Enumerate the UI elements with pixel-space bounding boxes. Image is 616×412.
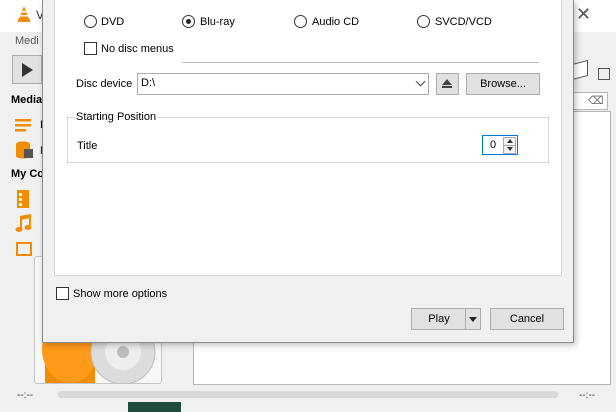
radio-bluray[interactable] — [182, 15, 195, 28]
eject-button[interactable] — [436, 73, 459, 95]
play-icon — [22, 63, 33, 77]
close-window-icon[interactable]: ✕ — [576, 4, 591, 25]
playlist-view-icon[interactable] — [572, 59, 588, 81]
starting-position-group — [67, 117, 549, 163]
media-library-icon[interactable] — [14, 140, 34, 160]
menu-media[interactable]: Medi — [15, 35, 39, 47]
starting-position-legend: Starting Position — [74, 111, 159, 123]
browse-button[interactable]: Browse... — [466, 73, 540, 95]
play-dropdown-button[interactable] — [465, 308, 481, 330]
clear-search-icon[interactable]: ⌫ — [588, 94, 604, 107]
title-value: 0 — [490, 139, 497, 151]
radio-bluray-label[interactable]: Blu-ray — [200, 16, 235, 28]
radio-svcd-vcd[interactable] — [417, 15, 430, 28]
disc-device-value: D:\ — [141, 77, 156, 89]
title-label: Title — [77, 140, 98, 152]
music-icon[interactable] — [14, 214, 34, 234]
radio-dvd-label[interactable]: DVD — [101, 16, 124, 28]
no-disc-menus-checkbox[interactable] — [84, 42, 97, 55]
disc-device-combobox[interactable]: D:\ — [137, 73, 429, 95]
chevron-down-icon — [415, 76, 426, 87]
disc-device-label: Disc device — [76, 78, 133, 90]
radio-dvd[interactable] — [84, 15, 97, 28]
fullscreen-icon[interactable] — [598, 68, 610, 80]
radio-svcd-vcd-label[interactable]: SVCD/VCD — [435, 16, 492, 28]
eject-icon — [442, 79, 452, 85]
total-time: --:-- — [579, 390, 596, 401]
no-disc-menus-label[interactable]: No disc menus — [101, 43, 174, 55]
radio-audio-cd[interactable] — [294, 15, 307, 28]
videos-icon[interactable] — [14, 189, 34, 209]
cancel-button[interactable]: Cancel — [490, 308, 564, 330]
taskbar-thumbnail — [128, 402, 181, 412]
sidebar-media-header: Media — [11, 94, 43, 106]
chevron-down-icon — [469, 317, 477, 322]
radio-audio-cd-label[interactable]: Audio CD — [312, 16, 359, 28]
spin-down-icon[interactable] — [503, 145, 516, 154]
vlc-cone-icon — [18, 6, 30, 22]
pictures-icon[interactable] — [14, 240, 34, 260]
playlist-icon[interactable] — [14, 116, 34, 136]
show-more-options-checkbox[interactable] — [56, 287, 69, 300]
sidebar-my-computer-header: My Co — [11, 168, 44, 180]
play-button[interactable]: Play — [411, 308, 466, 330]
play-button[interactable] — [12, 55, 42, 84]
separator — [182, 62, 539, 63]
show-more-options-label[interactable]: Show more options — [73, 288, 167, 300]
disc-tab-panel: DVD Blu-ray Audio CD SVCD/VCD No disc me… — [54, 0, 562, 276]
elapsed-time: --:-- — [17, 390, 34, 401]
open-media-dialog: DVD Blu-ray Audio CD SVCD/VCD No disc me… — [42, 0, 574, 343]
seek-slider[interactable] — [58, 391, 558, 398]
